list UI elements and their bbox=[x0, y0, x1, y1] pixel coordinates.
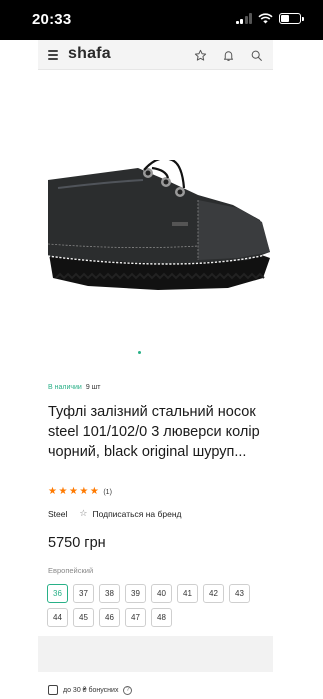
product-price: 5750 грн bbox=[48, 535, 106, 551]
subscribe-star-icon[interactable]: ☆ bbox=[79, 508, 87, 519]
size-option[interactable]: 45 bbox=[73, 608, 94, 627]
search-icon[interactable] bbox=[247, 46, 265, 64]
size-option[interactable]: 44 bbox=[47, 608, 68, 627]
size-option[interactable]: 39 bbox=[125, 584, 146, 603]
bonus-coin-icon bbox=[48, 685, 58, 695]
size-option[interactable]: 36 bbox=[47, 584, 68, 603]
wifi-icon bbox=[258, 13, 273, 24]
product-title: Туфлі залізний стальний носок steel 101/… bbox=[48, 404, 260, 460]
availability-label: В наличии bbox=[48, 384, 82, 391]
bonus-text: до 30 ₴ бонусних bbox=[63, 686, 119, 694]
size-selector: 36 37 38 39 40 41 42 43 44 45 46 47 48 bbox=[47, 584, 257, 627]
product-photo-shoe bbox=[48, 160, 271, 290]
notifications-bell-icon[interactable] bbox=[219, 46, 237, 64]
help-icon[interactable]: ? bbox=[123, 685, 133, 695]
header-actions bbox=[191, 46, 265, 64]
logo[interactable]: shafa bbox=[68, 45, 111, 63]
size-option[interactable]: 40 bbox=[151, 584, 172, 603]
status-icons bbox=[235, 13, 304, 24]
rating-star-icon: ★ bbox=[48, 486, 57, 497]
bonus-info: до 30 ₴ бонусних ? bbox=[48, 685, 133, 695]
status-time: 20:33 bbox=[32, 11, 72, 28]
status-bar: 20:33 bbox=[0, 0, 323, 40]
rating-count: (1) bbox=[103, 488, 112, 496]
action-bar bbox=[38, 636, 273, 672]
product-rating[interactable]: ★ ★ ★ ★ ★ (1) bbox=[48, 487, 112, 497]
battery-icon bbox=[279, 13, 304, 24]
size-option[interactable]: 42 bbox=[203, 584, 224, 603]
rating-star-icon: ★ bbox=[68, 486, 78, 497]
size-option[interactable]: 43 bbox=[229, 584, 250, 603]
size-option[interactable]: 46 bbox=[99, 608, 120, 627]
rating-star-icon: ★ bbox=[89, 486, 99, 497]
subscribe-brand-link[interactable]: Подписаться на бренд bbox=[92, 509, 181, 519]
app-header: shafa bbox=[38, 40, 273, 70]
menu-icon[interactable] bbox=[48, 50, 58, 60]
size-system-label: Европейский bbox=[48, 566, 94, 575]
gallery-pagination-dot[interactable] bbox=[138, 351, 141, 354]
rating-star-icon: ★ bbox=[79, 486, 89, 497]
brand-row: Steel ☆ Подписаться на бренд bbox=[48, 508, 182, 519]
size-option[interactable]: 47 bbox=[125, 608, 146, 627]
favorites-star-icon[interactable] bbox=[191, 46, 209, 64]
size-option[interactable]: 41 bbox=[177, 584, 198, 603]
availability: В наличии 9 шт bbox=[48, 384, 101, 391]
size-option[interactable]: 37 bbox=[73, 584, 94, 603]
product-image-gallery[interactable] bbox=[38, 70, 273, 370]
cellular-signal-icon bbox=[235, 13, 252, 24]
rating-star-icon: ★ bbox=[58, 486, 68, 497]
size-option[interactable]: 48 bbox=[151, 608, 172, 627]
stock-quantity: 9 шт bbox=[85, 384, 101, 391]
brand-link[interactable]: Steel bbox=[48, 509, 67, 519]
size-option[interactable]: 38 bbox=[99, 584, 120, 603]
